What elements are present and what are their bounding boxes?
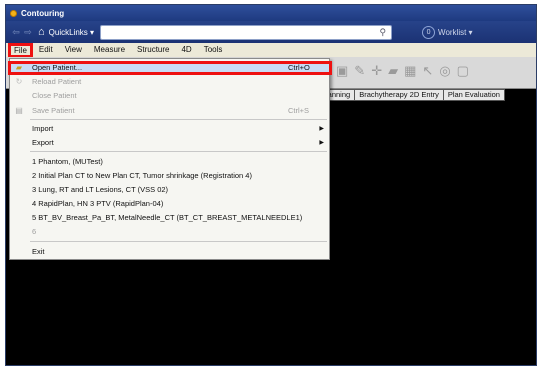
crosshair-tool-icon[interactable]: ✛ <box>371 63 382 79</box>
menu-4d[interactable]: 4D <box>175 43 197 57</box>
exit-label: Exit <box>32 246 45 256</box>
grid-tool-icon[interactable]: ▦ <box>404 63 416 79</box>
save-icon: ▤ <box>15 105 23 115</box>
menu-file[interactable]: File <box>8 42 33 58</box>
recent-patient-label: 5 BT_BV_Breast_Pa_BT, MetalNeedle_CT (BT… <box>32 212 303 222</box>
menu-edit[interactable]: Edit <box>33 43 59 57</box>
file-menu-dropdown: ▰ Open Patient... Ctrl+O ↻ Reload Patien… <box>8 58 332 260</box>
quick-search-input[interactable]: ⚲ <box>100 24 393 40</box>
open-patient-label: Open Patient... <box>32 62 83 72</box>
window-title: Contouring <box>21 8 65 18</box>
menu-separator <box>30 241 327 242</box>
menu-close-patient[interactable]: Close Patient <box>10 89 329 101</box>
menu-bar: File Edit View Measure Structure 4D Tool… <box>6 42 536 58</box>
eraser-tool-icon[interactable]: ▰ <box>388 63 398 79</box>
home-icon[interactable]: ⌂ <box>38 26 45 38</box>
menu-structure[interactable]: Structure <box>131 43 175 57</box>
open-patient-shortcut: Ctrl+O <box>288 62 310 72</box>
save-patient-shortcut: Ctrl+S <box>288 105 310 115</box>
open-folder-icon: ▰ <box>15 62 23 72</box>
menu-open-patient[interactable]: ▰ Open Patient... Ctrl+O <box>8 61 332 75</box>
recent-patient-1[interactable]: 1 Phantom, (MUTest) <box>10 155 329 167</box>
app-icon <box>10 9 17 17</box>
recent-patient-5[interactable]: 5 BT_BV_Breast_Pa_BT, MetalNeedle_CT (BT… <box>10 211 329 223</box>
menu-separator <box>30 119 327 120</box>
recent-patient-2[interactable]: 2 Initial Plan CT to New Plan CT, Tumor … <box>10 169 329 181</box>
recent-patient-label: 3 Lung, RT and LT Lesions, CT (VSS 02) <box>32 184 169 194</box>
menu-measure[interactable]: Measure <box>88 43 131 57</box>
tab-plan-evaluation[interactable]: Plan Evaluation <box>443 89 505 101</box>
forward-arrow-icon[interactable]: ⇨ <box>22 27 34 38</box>
menu-reload-patient[interactable]: ↻ Reload Patient <box>10 75 329 87</box>
quick-links-bar: ⇦ ⇨ ⌂ QuickLinks ▾ ⚲ 0 Worklist ▾ <box>6 21 536 43</box>
extra-tool-icon[interactable]: ▢ <box>457 63 469 79</box>
worklist-label: Worklist ▾ <box>438 27 473 37</box>
recent-patient-label: 1 Phantom, (MUTest) <box>32 156 103 166</box>
tool-icons-group: ▣ ✎ ✛ ▰ ▦ ↖ ◎ ▢ <box>336 63 469 79</box>
recent-patient-4[interactable]: 4 RapidPlan, HN 3 PTV (RapidPlan-04) <box>10 197 329 209</box>
recent-patient-6[interactable]: 6 <box>10 225 329 237</box>
pointer-tool-icon[interactable]: ↖ <box>422 63 433 79</box>
back-arrow-icon[interactable]: ⇦ <box>10 27 22 38</box>
worklist-count-badge: 0 <box>422 25 436 39</box>
menu-separator <box>30 151 327 152</box>
submenu-arrow-icon: ▶ <box>319 125 324 132</box>
import-label: Import <box>32 123 54 133</box>
export-label: Export <box>32 137 54 147</box>
target-tool-icon[interactable]: ◎ <box>439 63 450 79</box>
menu-export[interactable]: Export ▶ <box>10 136 329 148</box>
brush-tool-icon[interactable]: ✎ <box>354 63 365 79</box>
reload-icon: ↻ <box>15 76 23 86</box>
recent-patient-3[interactable]: 3 Lung, RT and LT Lesions, CT (VSS 02) <box>10 183 329 195</box>
title-bar: Contouring <box>6 5 536 21</box>
save-patient-label: Save Patient <box>32 105 75 115</box>
menu-view[interactable]: View <box>59 43 88 57</box>
recent-patient-label: 2 Initial Plan CT to New Plan CT, Tumor … <box>32 170 252 180</box>
menu-tools[interactable]: Tools <box>198 43 229 57</box>
menu-import[interactable]: Import ▶ <box>10 122 329 134</box>
quicklinks-button[interactable]: QuickLinks ▾ <box>49 28 94 37</box>
tab-brachytherapy-2d-entry[interactable]: Brachytherapy 2D Entry <box>355 89 444 101</box>
recent-patient-label: 6 <box>32 226 37 236</box>
workspace-tabs: Planning Brachytherapy 2D Entry Plan Eva… <box>316 89 505 101</box>
reload-patient-label: Reload Patient <box>32 76 82 86</box>
close-patient-label: Close Patient <box>32 90 77 100</box>
structure-tool-icon[interactable]: ▣ <box>336 63 348 79</box>
menu-exit[interactable]: Exit <box>10 245 329 257</box>
search-icon[interactable]: ⚲ <box>379 27 386 38</box>
menu-save-patient[interactable]: ▤ Save Patient Ctrl+S <box>10 104 329 116</box>
worklist-button[interactable]: 0 Worklist ▾ <box>422 25 473 39</box>
submenu-arrow-icon: ▶ <box>319 139 324 146</box>
recent-patient-label: 4 RapidPlan, HN 3 PTV (RapidPlan-04) <box>32 198 164 208</box>
